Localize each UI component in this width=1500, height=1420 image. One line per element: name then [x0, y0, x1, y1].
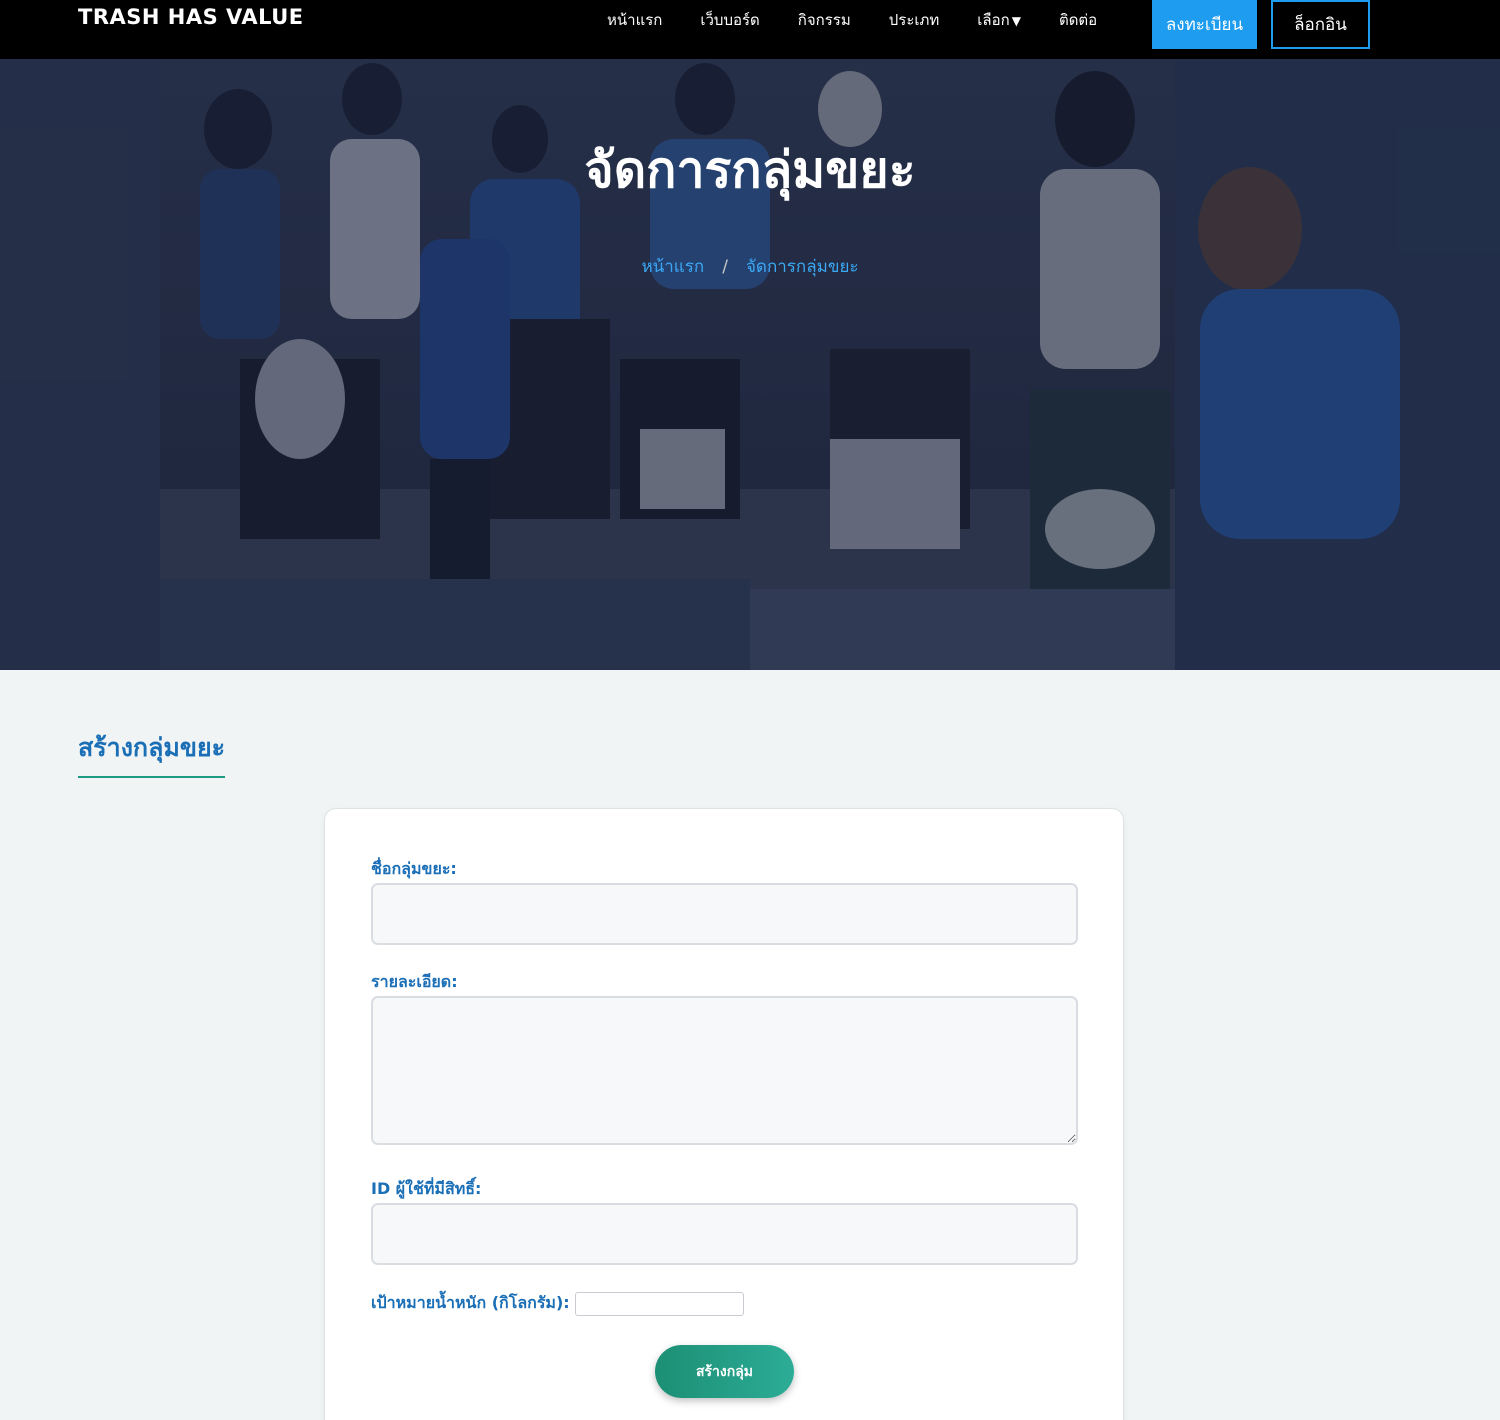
- group-name-label: ชื่อกลุ่มขยะ:: [371, 859, 457, 878]
- caret-down-icon: ▼: [1011, 14, 1021, 28]
- details-textarea[interactable]: [371, 996, 1078, 1145]
- main-nav: หน้าแรก เว็บบอร์ด กิจกรรม ประเภท เลือก ▼ …: [588, 0, 1116, 40]
- top-navbar: TRASH HAS VALUE หน้าแรก เว็บบอร์ด กิจกรร…: [0, 0, 1500, 59]
- nav-select-dropdown[interactable]: เลือก ▼: [958, 8, 1040, 32]
- brand-logo[interactable]: TRASH HAS VALUE: [78, 5, 304, 29]
- nav-select-label: เลือก: [977, 11, 1010, 29]
- user-id-label: ID ผู้ใช้ที่มีสิทธิ์:: [371, 1179, 482, 1198]
- group-name-input[interactable]: [371, 883, 1078, 945]
- nav-webboard[interactable]: เว็บบอร์ด: [681, 8, 778, 32]
- nav-activities[interactable]: กิจกรรม: [779, 8, 870, 32]
- weight-target-input[interactable]: [574, 1291, 744, 1316]
- register-button[interactable]: ลงทะเบียน: [1152, 0, 1257, 49]
- section-title: สร้างกลุ่มขยะ: [78, 728, 226, 778]
- nav-contact[interactable]: ติดต่อ: [1040, 8, 1116, 32]
- page-title: จัดการกลุ่มขยะ: [584, 141, 916, 199]
- breadcrumb-home[interactable]: หน้าแรก: [641, 253, 704, 280]
- breadcrumb-current[interactable]: จัดการกลุ่มขยะ: [746, 253, 859, 280]
- details-label: รายละเอียด:: [371, 972, 458, 991]
- breadcrumb-separator: /: [722, 256, 728, 277]
- hero-banner: จัดการกลุ่มขยะ หน้าแรก / จัดการกลุ่มขยะ: [0, 59, 1500, 670]
- weight-target-row: เป้าหมายน้ำหนัก (กิโลกรัม):: [371, 1291, 744, 1316]
- login-button[interactable]: ล็อกอิน: [1271, 0, 1370, 49]
- create-group-button[interactable]: สร้างกลุ่ม: [655, 1345, 794, 1398]
- user-id-input[interactable]: [371, 1203, 1078, 1265]
- weight-target-label: เป้าหมายน้ำหนัก (กิโลกรัม):: [371, 1293, 570, 1312]
- create-group-form: ชื่อกลุ่มขยะ: รายละเอียด: ID ผู้ใช้ที่มี…: [324, 808, 1124, 1420]
- nav-categories[interactable]: ประเภท: [870, 8, 959, 32]
- nav-home[interactable]: หน้าแรก: [588, 8, 681, 32]
- breadcrumb: หน้าแรก / จัดการกลุ่มขยะ: [0, 253, 1500, 280]
